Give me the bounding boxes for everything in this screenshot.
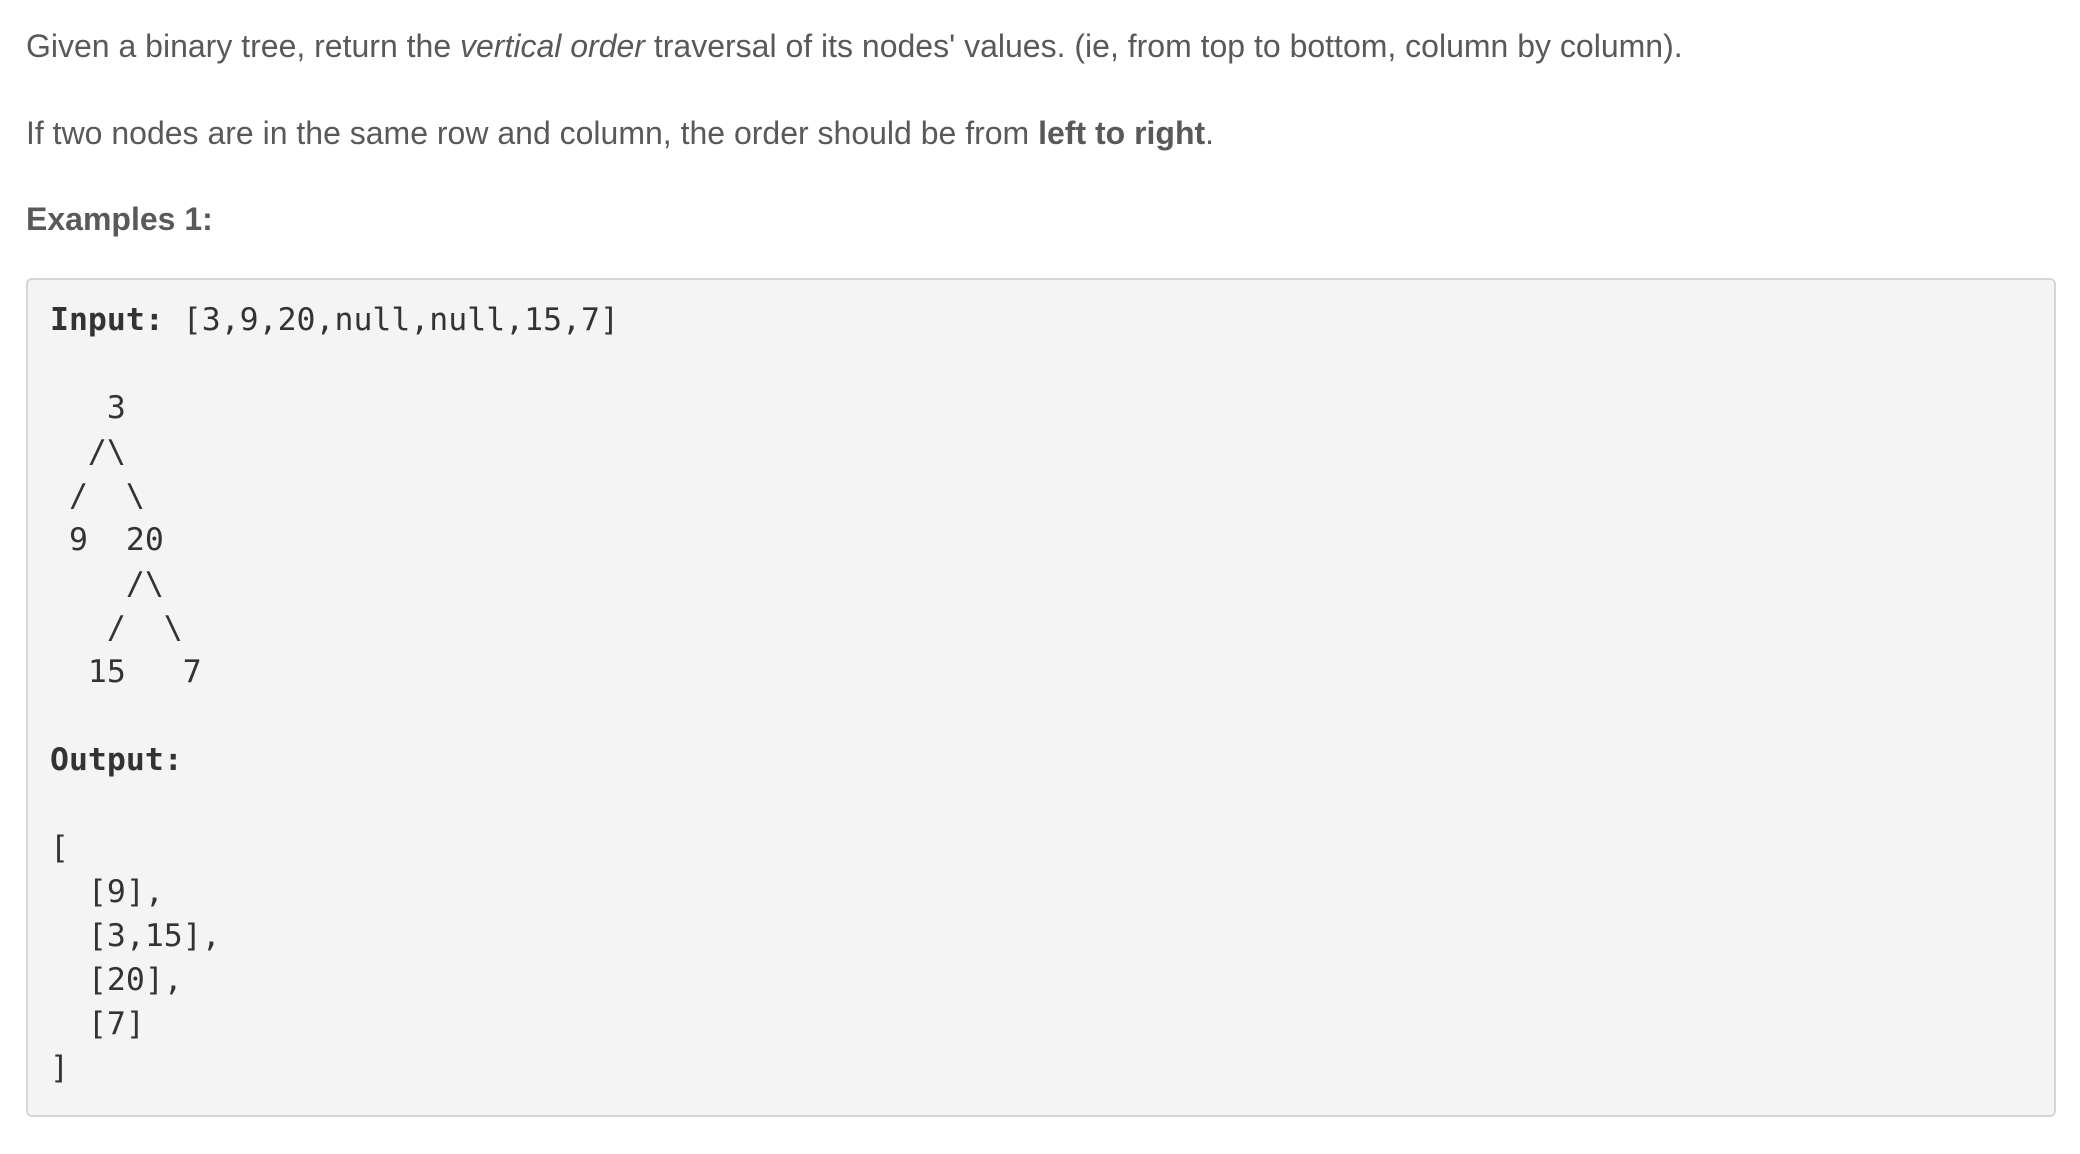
example-heading: Examples 1: xyxy=(26,201,213,237)
input-value: [3,9,20,null,null,15,7] xyxy=(163,302,619,338)
output-line-2: [9], xyxy=(50,874,164,910)
tree-line-1: 3 xyxy=(50,390,126,426)
output-line-5: [7] xyxy=(50,1006,145,1042)
description-text-end: traversal of its nodes' values. (ie, fro… xyxy=(644,28,1683,64)
tree-line-2: /\ xyxy=(50,434,126,470)
input-line: Input: [3,9,20,null,null,15,7] xyxy=(50,298,619,342)
output-label: Output: xyxy=(50,742,183,778)
ordering-rule: If two nodes are in the same row and col… xyxy=(26,111,1214,155)
problem-description: Given a binary tree, return the vertical… xyxy=(26,24,1683,68)
output-line-1: [ xyxy=(50,830,69,866)
description-emphasis: vertical order xyxy=(460,28,645,64)
ordering-rule-text-start: If two nodes are in the same row and col… xyxy=(26,115,1039,151)
tree-line-4: 9 20 xyxy=(50,522,164,558)
example-code-block: Input: [3,9,20,null,null,15,7] 3 /\ / \ … xyxy=(26,278,2056,1117)
ordering-rule-text-end: . xyxy=(1205,115,1215,151)
tree-line-7: 15 7 xyxy=(50,654,202,690)
ordering-rule-emphasis: left to right xyxy=(1038,115,1206,151)
tree-line-3: / \ xyxy=(50,478,145,514)
output-line-4: [20], xyxy=(50,962,183,998)
tree-line-6: / \ xyxy=(50,610,183,646)
tree-line-5: /\ xyxy=(50,566,164,602)
output-line-3: [3,15], xyxy=(50,918,221,954)
description-text-start: Given a binary tree, return the xyxy=(26,28,460,64)
input-label: Input: xyxy=(50,302,164,338)
output-line-6: ] xyxy=(50,1050,69,1086)
